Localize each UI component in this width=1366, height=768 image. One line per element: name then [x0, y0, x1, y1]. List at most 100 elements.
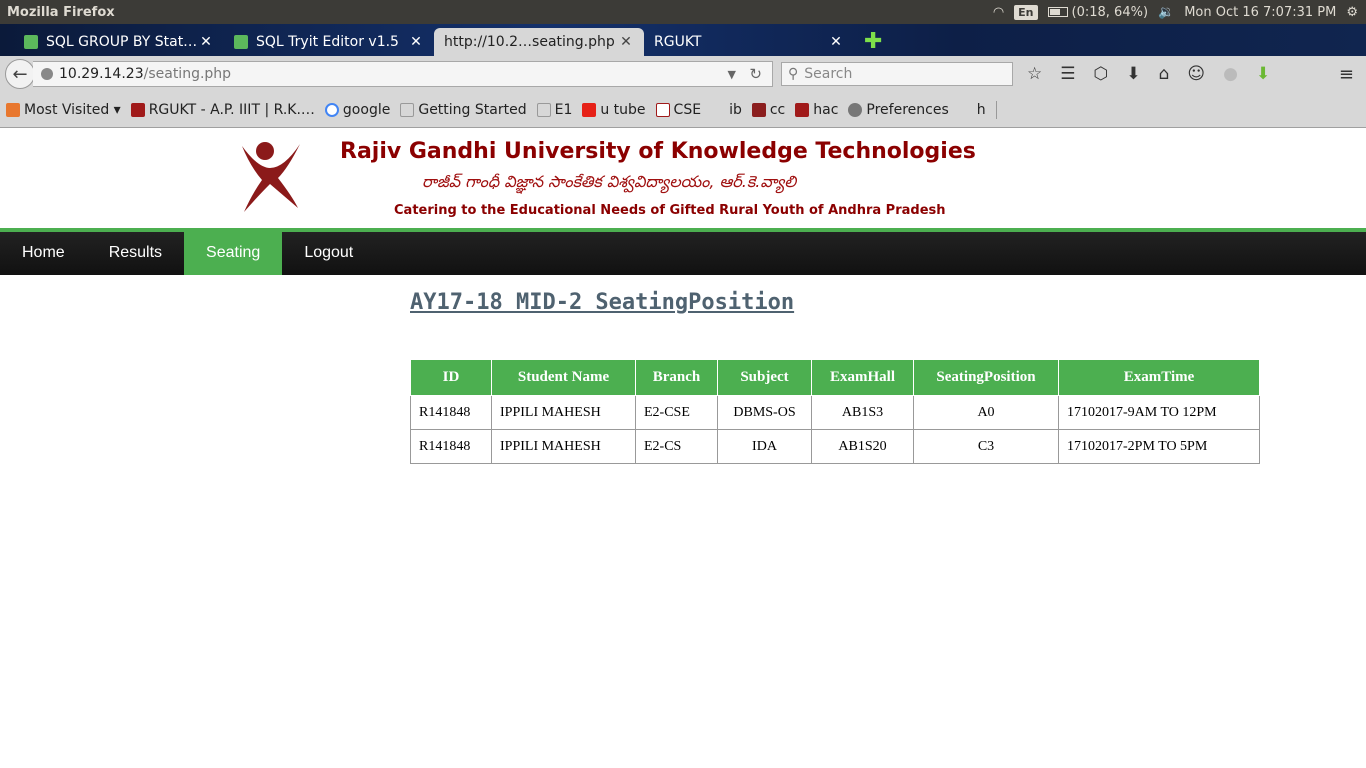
cell-subject: DBMS-OS [717, 395, 812, 430]
bookmark-google[interactable]: google [324, 102, 390, 118]
bookmark-star-icon[interactable]: ☆ [1027, 64, 1042, 84]
search-input[interactable]: ⚲ Search [781, 62, 1013, 86]
cell-student-name: IPPILI MAHESH [491, 395, 636, 430]
cell-branch: E2-CSE [635, 395, 718, 430]
url-host: 10.29.14.23 [59, 66, 144, 82]
university-name: Rajiv Gandhi University of Knowledge Tec… [340, 139, 976, 164]
page-icon [536, 102, 551, 117]
rgukt-logo [242, 142, 300, 212]
cell-branch: E2-CS [635, 429, 718, 464]
nav-results[interactable]: Results [87, 232, 184, 275]
column-header-branch: Branch [635, 359, 718, 396]
bookmark-label: u tube [600, 101, 646, 118]
bookmark-ib[interactable]: ib [711, 102, 742, 118]
tab-sql-tryit-editor[interactable]: SQL Tryit Editor v1.5 ✕ [224, 28, 434, 56]
os-indicators: ◠ En (0:18, 64%) 🔉 Mon Oct 16 7:07:31 PM… [993, 0, 1358, 24]
site-header: Rajiv Gandhi University of Knowledge Tec… [0, 128, 1366, 228]
window-title: Mozilla Firefox [7, 4, 115, 20]
tab-rgukt[interactable]: RGUKT ✕ [644, 28, 854, 56]
cell-examhall: AB1S20 [811, 429, 914, 464]
gear-icon [848, 102, 863, 117]
w3schools-favicon-icon [24, 35, 38, 49]
toolbar-icons: ☆ ☰ ⬡ ⬇ ⌂ ☺ ● ⬇ [1027, 64, 1270, 84]
column-header-examtime: ExamTime [1058, 359, 1260, 396]
search-placeholder: Search [804, 66, 853, 82]
google-icon [324, 102, 339, 117]
column-header-seatingposition: SeatingPosition [913, 359, 1059, 396]
back-arrow-icon[interactable]: ← [5, 59, 35, 89]
settings-gear-icon[interactable]: ⚙ [1346, 5, 1358, 20]
page-title: AY17-18 MID-2 SeatingPosition [410, 290, 795, 315]
site-identity-globe-icon[interactable] [41, 68, 53, 80]
os-top-panel: Mozilla Firefox ◠ En (0:18, 64%) 🔉 Mon O… [0, 0, 1366, 24]
download-icon[interactable]: ⬇ [1126, 64, 1140, 84]
close-tab-icon[interactable]: ✕ [828, 34, 844, 50]
bookmark-getting-started[interactable]: Getting Started [400, 102, 527, 118]
bookmark-cc[interactable]: cc [751, 101, 786, 118]
cell-seatingposition: A0 [913, 395, 1059, 430]
page-icon [400, 102, 415, 117]
battery-indicator[interactable]: (0:18, 64%) [1047, 4, 1149, 20]
url-history-dropdown-icon[interactable]: ▼ [728, 68, 736, 81]
close-tab-icon[interactable]: ✕ [198, 34, 214, 50]
bookmark-h[interactable]: h [959, 102, 986, 118]
bookmark-label: Most Visited ▾ [24, 101, 121, 118]
clock[interactable]: Mon Oct 16 7:07:31 PM [1184, 5, 1336, 20]
w3schools-favicon-icon [234, 35, 248, 49]
close-tab-icon[interactable]: ✕ [408, 34, 424, 50]
bookmark-rgukt[interactable]: RGUKT - A.P. IIIT | R.K.… [130, 101, 315, 118]
page-icon [711, 103, 725, 117]
reading-list-icon[interactable]: ☰ [1060, 64, 1075, 84]
folder-icon [6, 102, 20, 117]
tab-strip: SQL GROUP BY Stat… ✕ SQL Tryit Editor v1… [0, 24, 1366, 56]
bookmark-label: cc [769, 101, 786, 118]
bookmark-label: hac [813, 101, 839, 118]
battery-status: (0:18, 64%) [1071, 4, 1149, 20]
toolbar-separator [995, 100, 997, 119]
extension-icon[interactable]: ● [1223, 64, 1238, 84]
rgukt-favicon-icon [130, 102, 145, 117]
pocket-icon[interactable]: ⬡ [1094, 64, 1109, 84]
search-icon: ⚲ [788, 66, 799, 82]
nav-logout[interactable]: Logout [282, 232, 375, 275]
close-tab-icon[interactable]: ✕ [618, 34, 634, 50]
table-row: R141848 IPPILI MAHESH E2-CS IDA AB1S20 C… [410, 429, 1260, 464]
table-header-row: ID Student Name Branch Subject ExamHall … [410, 359, 1260, 396]
university-tagline: Catering to the Educational Needs of Gif… [394, 203, 946, 218]
home-icon[interactable]: ⌂ [1159, 64, 1170, 84]
cell-examhall: AB1S3 [811, 395, 914, 430]
bookmark-label: h [976, 101, 986, 118]
cell-student-name: IPPILI MAHESH [491, 429, 636, 464]
table-row: R141848 IPPILI MAHESH E2-CSE DBMS-OS AB1… [410, 395, 1260, 430]
nav-seating[interactable]: Seating [184, 232, 283, 275]
smiley-icon[interactable]: ☺ [1187, 64, 1205, 84]
cell-seatingposition: C3 [913, 429, 1059, 464]
bookmark-label: RGUKT - A.P. IIIT | R.K.… [148, 101, 315, 118]
bookmark-most-visited[interactable]: Most Visited ▾ [6, 102, 121, 118]
keyboard-layout-indicator[interactable]: En [1014, 4, 1038, 20]
tab-sql-group-by[interactable]: SQL GROUP BY Stat… ✕ [14, 28, 224, 56]
wifi-icon[interactable]: ◠ [993, 5, 1004, 20]
navigation-toolbar: ← 10.29.14.23/seating.php ▼ ↻ ⚲ Search ☆… [0, 56, 1366, 92]
bookmark-label: E1 [554, 101, 573, 118]
bookmark-cse[interactable]: CSE [655, 102, 701, 118]
bookmark-e1[interactable]: E1 [536, 101, 573, 118]
cc-favicon-icon [751, 102, 766, 117]
hac-favicon-icon [795, 102, 810, 117]
cell-examtime: 17102017-2PM TO 5PM [1058, 429, 1260, 464]
column-header-student-name: Student Name [491, 359, 636, 396]
hamburger-menu-icon[interactable]: ≡ [1339, 64, 1354, 85]
bookmark-preferences[interactable]: Preferences [848, 102, 949, 118]
cell-id: R141848 [410, 429, 492, 464]
bookmark-hac[interactable]: hac [795, 102, 838, 118]
address-bar[interactable]: 10.29.14.23/seating.php ▼ ↻ [33, 61, 773, 87]
cell-examtime: 17102017-9AM TO 12PM [1058, 395, 1260, 430]
reload-icon[interactable]: ↻ [749, 65, 762, 83]
addon-download-icon[interactable]: ⬇ [1256, 64, 1270, 84]
new-tab-plus-icon[interactable]: ✚ [854, 29, 892, 56]
volume-icon[interactable]: 🔉 [1158, 5, 1174, 20]
tab-seating-php[interactable]: http://10.2…seating.php ✕ [434, 28, 644, 56]
bookmark-youtube[interactable]: u tube [582, 101, 646, 118]
nav-home[interactable]: Home [0, 232, 87, 275]
tab-label: SQL Tryit Editor v1.5 [256, 34, 399, 50]
